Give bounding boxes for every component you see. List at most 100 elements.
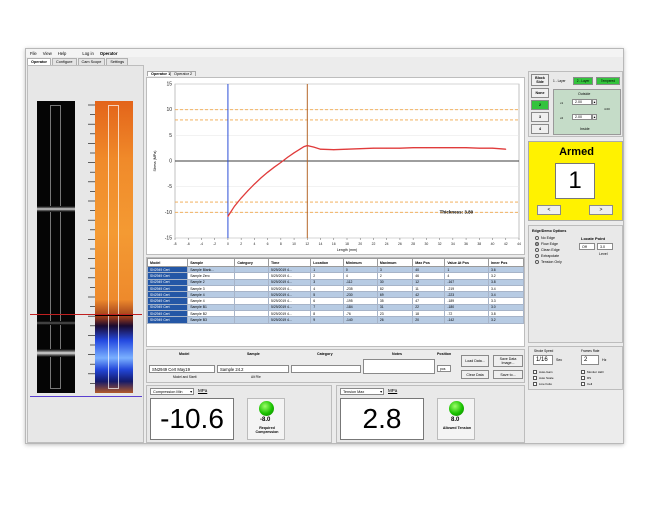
checkbox-icon[interactable] (581, 382, 585, 386)
table-header-cell[interactable]: Maximum (376, 258, 414, 267)
clear-data-button[interactable]: Clear Data (461, 370, 489, 379)
results-table: Model Sample Category Time Location Minimum Ma… (147, 258, 524, 324)
tab-operator-2[interactable]: Operator 2 (170, 71, 197, 76)
side-label-x2: x2 (560, 116, 564, 120)
checkbox-option[interactable]: Line Folio (533, 381, 554, 387)
stress-point (465, 147, 467, 149)
checkbox-label: Monitor LED (587, 370, 604, 374)
frames-input[interactable]: 2 (581, 355, 599, 365)
layer-2-button[interactable]: 2 - Layer (573, 77, 593, 85)
radio-icon[interactable] (535, 242, 539, 246)
checkbox-icon[interactable] (533, 376, 537, 380)
table-header-cell[interactable]: Inner Pos (487, 258, 524, 267)
thickness-diagram: Outside x1 2.00 ▴ x2 2.00 ▴ 4.00 Inside (553, 89, 621, 135)
x-tick-label: 26 (398, 242, 402, 246)
menu-help[interactable]: Help (58, 51, 67, 56)
checkbox-icon[interactable] (581, 376, 585, 380)
table-cell: 9 (310, 316, 344, 324)
stress-chart: 151050-5-10-15-8 -6 -4 -2 0 2 4 6 8 10 12 14 16 18 20 2… (153, 82, 521, 253)
checkbox-icon[interactable] (533, 382, 537, 386)
x-tick-label: 8 (280, 242, 282, 246)
stress-point (306, 145, 308, 147)
locate-value-input[interactable]: 3.0 (597, 243, 613, 250)
table-cell: SN2949 Cert (147, 316, 189, 324)
x-tick-label: -8 (173, 242, 176, 246)
table-header-cell[interactable]: Value At Pos (444, 258, 489, 267)
checkbox-label: Line Folio (539, 382, 553, 386)
inside-thickness-input[interactable]: 2.00 (572, 114, 592, 120)
stress-point (412, 147, 414, 149)
checkbox-icon[interactable] (533, 370, 537, 374)
table-header-cell[interactable]: Category (234, 258, 270, 267)
x-tick-label: 16 (332, 242, 336, 246)
table-cell: 26 (376, 316, 414, 324)
radio-icon[interactable] (535, 248, 539, 252)
sample-input[interactable]: Sample 24.2 (217, 365, 289, 373)
menu-file[interactable]: File (30, 51, 37, 56)
inside-spin[interactable]: ▴ (592, 114, 597, 120)
load-data-button[interactable]: Load Data... (461, 355, 489, 367)
checkbox-icon[interactable] (581, 370, 585, 374)
menu-operator[interactable]: Operator (100, 51, 118, 56)
checkbox-label: Cell (587, 382, 593, 386)
app-window: File View Help Log in Operator Operator … (25, 48, 624, 444)
save-data-image-button[interactable]: Save Data Image... (493, 355, 523, 367)
table-header-cell[interactable]: Sample (187, 258, 236, 267)
chevron-down-icon: ▾ (190, 390, 192, 394)
layer-1-option[interactable]: 1 - Layer (553, 79, 566, 83)
block-3-button[interactable]: 3 (531, 112, 549, 122)
compression-unit: MPa (198, 388, 208, 393)
radio-icon[interactable] (535, 260, 539, 264)
allowed-led (449, 401, 464, 416)
edge-option-label: Tension Only (541, 260, 562, 264)
table-header-cell[interactable]: Location (310, 258, 344, 267)
armed-next-button[interactable]: > (589, 205, 613, 215)
menu-view[interactable]: View (43, 51, 52, 56)
required-label: Required Compression (255, 426, 279, 434)
edge-option[interactable]: Tension Only (535, 259, 562, 265)
stress-point (425, 147, 427, 149)
outside-thickness-input[interactable]: 2.00 (572, 99, 592, 105)
stress-point (372, 147, 374, 149)
tab-cam-scope[interactable]: Cam Scope (77, 58, 106, 65)
table-row[interactable]: SN2949 Cert Sample B3 5/29/2019 4... 9 -140 2… (147, 316, 524, 324)
header-model: Model (179, 352, 190, 356)
locate-mode-select[interactable]: Off (579, 243, 595, 250)
tab-operator[interactable]: Operator (27, 58, 52, 65)
armed-prev-button[interactable]: < (537, 205, 561, 215)
table-header-cell[interactable]: Max Pos (412, 258, 446, 267)
y-tick-label: 0 (169, 159, 172, 165)
radio-icon[interactable] (535, 254, 539, 258)
stress-point (234, 205, 236, 207)
tension-select[interactable]: Tension Max ▾ (340, 388, 384, 395)
radio-icon[interactable] (535, 236, 539, 240)
block-2-button[interactable]: 2 (531, 100, 549, 110)
category-input[interactable] (291, 365, 361, 373)
tab-settings[interactable]: Settings (106, 58, 129, 65)
menu-login[interactable]: Log in (82, 51, 93, 56)
stroke-input[interactable]: 1/16 (533, 355, 553, 365)
notes-input[interactable] (363, 359, 435, 374)
stress-point (313, 146, 315, 148)
y-tick-label: -15 (165, 236, 172, 242)
table-header-cell[interactable]: Model (147, 258, 189, 267)
tab-configure[interactable]: Configure (52, 58, 77, 65)
x-tick-label: -2 (213, 242, 216, 246)
x-tick-label: 2 (240, 242, 242, 246)
menu-bar: File View Help Log in Operator (26, 49, 623, 57)
model-input[interactable]: SN2949 Cert May19 (149, 365, 215, 373)
tempered-button[interactable]: Tempered (596, 77, 620, 85)
table-header-cell[interactable]: Minimum (342, 258, 378, 267)
compression-select[interactable]: Compression Min ▾ (150, 388, 194, 395)
table-header-cell[interactable]: Time (268, 258, 312, 267)
position-input[interactable]: pos (437, 365, 451, 372)
stress-point (452, 147, 454, 149)
block-none-button[interactable]: None (531, 88, 549, 98)
x-tick-label: 40 (491, 242, 495, 246)
save-to-button[interactable]: Save to... (493, 370, 523, 379)
checkbox-option[interactable]: Cell (581, 381, 604, 387)
x-tick-label: 6 (267, 242, 269, 246)
outside-spin[interactable]: ▴ (592, 99, 597, 105)
required-led (259, 401, 274, 416)
block-4-button[interactable]: 4 (531, 124, 549, 134)
